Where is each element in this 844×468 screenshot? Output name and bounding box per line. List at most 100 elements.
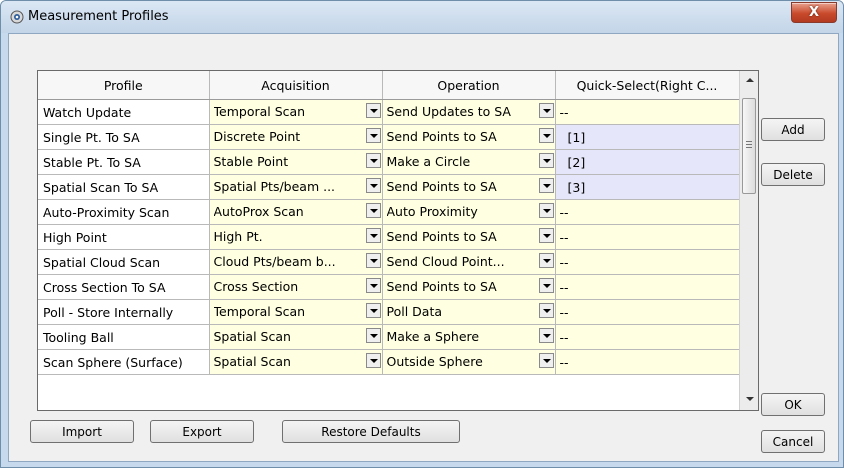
dropdown-arrow-icon[interactable] (365, 203, 381, 218)
acquisition-combo[interactable]: Cloud Pts/beam b... (209, 249, 383, 275)
dropdown-arrow-icon[interactable] (365, 303, 381, 318)
profile-cell[interactable]: Single Pt. To SA (38, 124, 210, 150)
dropdown-arrow-icon[interactable] (365, 228, 381, 243)
operation-combo[interactable]: Send Cloud Point... (382, 249, 556, 275)
column-header-quick-select[interactable]: Quick-Select(Right C... (555, 71, 740, 100)
dialog-client-area: Profile Acquisition Operation Quick-Sele… (8, 33, 839, 462)
dropdown-arrow-icon[interactable] (538, 178, 554, 193)
quick-select-cell[interactable]: -- (555, 349, 740, 375)
dropdown-arrow-icon[interactable] (365, 353, 381, 368)
acquisition-combo[interactable]: AutoProx Scan (209, 199, 383, 225)
acquisition-value: Spatial Scan (213, 354, 291, 369)
profile-cell[interactable]: Spatial Cloud Scan (38, 249, 210, 275)
table-row[interactable]: Cross Section To SA Cross Section Send Poi… (38, 274, 740, 300)
acquisition-combo[interactable]: Cross Section (209, 274, 383, 300)
table-row[interactable]: Poll - Store Internally Temporal Scan Poll… (38, 299, 740, 325)
acquisition-combo[interactable]: Stable Point (209, 149, 383, 175)
dropdown-arrow-icon[interactable] (365, 128, 381, 143)
quick-select-cell[interactable]: -- (555, 274, 740, 300)
scroll-down-arrow-icon[interactable] (741, 391, 758, 408)
operation-combo[interactable]: Send Updates to SA (382, 99, 556, 125)
acquisition-combo[interactable]: Temporal Scan (209, 299, 383, 325)
import-button[interactable]: Import (30, 420, 134, 443)
table-row[interactable]: High Point High Pt. Send Points to SA -- (38, 224, 740, 250)
scroll-up-arrow-icon[interactable] (741, 72, 758, 89)
acquisition-combo[interactable]: Spatial Pts/beam ... (209, 174, 383, 200)
operation-value: Send Cloud Point... (386, 254, 505, 269)
dropdown-arrow-icon[interactable] (538, 253, 554, 268)
dropdown-arrow-icon[interactable] (538, 228, 554, 243)
add-button[interactable]: Add (761, 118, 825, 141)
operation-combo[interactable]: Send Points to SA (382, 224, 556, 250)
ok-button[interactable]: OK (761, 393, 825, 416)
operation-combo[interactable]: Outside Sphere (382, 349, 556, 375)
dropdown-arrow-icon[interactable] (538, 203, 554, 218)
close-button[interactable]: X (791, 2, 837, 23)
operation-combo[interactable]: Make a Sphere (382, 324, 556, 350)
acquisition-combo[interactable]: Spatial Scan (209, 324, 383, 350)
column-header-acquisition[interactable]: Acquisition (209, 71, 383, 100)
acquisition-combo[interactable]: High Pt. (209, 224, 383, 250)
acquisition-combo[interactable]: Discrete Point (209, 124, 383, 150)
dropdown-arrow-icon[interactable] (538, 153, 554, 168)
operation-combo[interactable]: Poll Data (382, 299, 556, 325)
table-row[interactable]: Spatial Cloud Scan Cloud Pts/beam b... Sen… (38, 249, 740, 275)
table-row[interactable]: Spatial Scan To SA Spatial Pts/beam ... Se… (38, 174, 740, 200)
cancel-button[interactable]: Cancel (761, 430, 825, 453)
table-row[interactable]: Scan Sphere (Surface) Spatial Scan Outside… (38, 349, 740, 375)
quick-select-cell[interactable]: [1] (555, 124, 740, 150)
quick-select-cell[interactable]: -- (555, 224, 740, 250)
dropdown-arrow-icon[interactable] (365, 328, 381, 343)
table-row[interactable]: Auto-Proximity Scan AutoProx Scan Auto Pro… (38, 199, 740, 225)
profile-cell[interactable]: Watch Update (38, 99, 210, 125)
quick-select-cell[interactable]: [3] (555, 174, 740, 200)
profile-cell[interactable]: Poll - Store Internally (38, 299, 210, 325)
delete-button[interactable]: Delete (761, 163, 825, 186)
dropdown-arrow-icon[interactable] (538, 278, 554, 293)
operation-combo[interactable]: Auto Proximity (382, 199, 556, 225)
column-header-profile[interactable]: Profile (38, 71, 210, 100)
table-row[interactable]: Stable Pt. To SA Stable Point Make a Circl… (38, 149, 740, 175)
operation-value: Make a Sphere (386, 329, 480, 344)
operation-combo[interactable]: Send Points to SA (382, 274, 556, 300)
dropdown-arrow-icon[interactable] (365, 178, 381, 193)
profile-cell[interactable]: Tooling Ball (38, 324, 210, 350)
dropdown-arrow-icon[interactable] (365, 253, 381, 268)
acquisition-value: Cloud Pts/beam b... (213, 254, 336, 269)
dropdown-arrow-icon[interactable] (365, 278, 381, 293)
profile-cell[interactable]: High Point (38, 224, 210, 250)
dropdown-arrow-icon[interactable] (538, 328, 554, 343)
profile-cell[interactable]: Scan Sphere (Surface) (38, 349, 210, 375)
dropdown-arrow-icon[interactable] (365, 153, 381, 168)
export-button[interactable]: Export (150, 420, 254, 443)
column-header-operation[interactable]: Operation (382, 71, 556, 100)
profile-cell[interactable]: Spatial Scan To SA (38, 174, 210, 200)
quick-select-cell[interactable]: [2] (555, 149, 740, 175)
operation-combo[interactable]: Send Points to SA (382, 124, 556, 150)
quick-select-cell[interactable]: -- (555, 249, 740, 275)
operation-combo[interactable]: Send Points to SA (382, 174, 556, 200)
restore-defaults-button[interactable]: Restore Defaults (282, 420, 460, 443)
table-row[interactable]: Single Pt. To SA Discrete Point Send Point… (38, 124, 740, 150)
dropdown-arrow-icon[interactable] (538, 353, 554, 368)
table-row[interactable]: Tooling Ball Spatial Scan Make a Sphere -- (38, 324, 740, 350)
dropdown-arrow-icon[interactable] (538, 128, 554, 143)
quick-select-cell[interactable]: -- (555, 299, 740, 325)
quick-select-cell[interactable]: -- (555, 99, 740, 125)
acquisition-combo[interactable]: Spatial Scan (209, 349, 383, 375)
table-row[interactable]: Watch Update Temporal Scan Send Updates to… (38, 99, 740, 125)
quick-select-cell[interactable]: -- (555, 199, 740, 225)
title-bar: Measurement Profiles X (1, 1, 843, 33)
dropdown-arrow-icon[interactable] (538, 303, 554, 318)
operation-combo[interactable]: Make a Circle (382, 149, 556, 175)
profile-cell[interactable]: Stable Pt. To SA (38, 149, 210, 175)
profile-cell[interactable]: Auto-Proximity Scan (38, 199, 210, 225)
dropdown-arrow-icon[interactable] (538, 103, 554, 118)
dropdown-arrow-icon[interactable] (365, 103, 381, 118)
profiles-table: Profile Acquisition Operation Quick-Sele… (38, 71, 740, 375)
quick-select-cell[interactable]: -- (555, 324, 740, 350)
vertical-scrollbar[interactable] (739, 71, 758, 410)
scroll-thumb[interactable] (742, 98, 756, 194)
acquisition-combo[interactable]: Temporal Scan (209, 99, 383, 125)
profile-cell[interactable]: Cross Section To SA (38, 274, 210, 300)
